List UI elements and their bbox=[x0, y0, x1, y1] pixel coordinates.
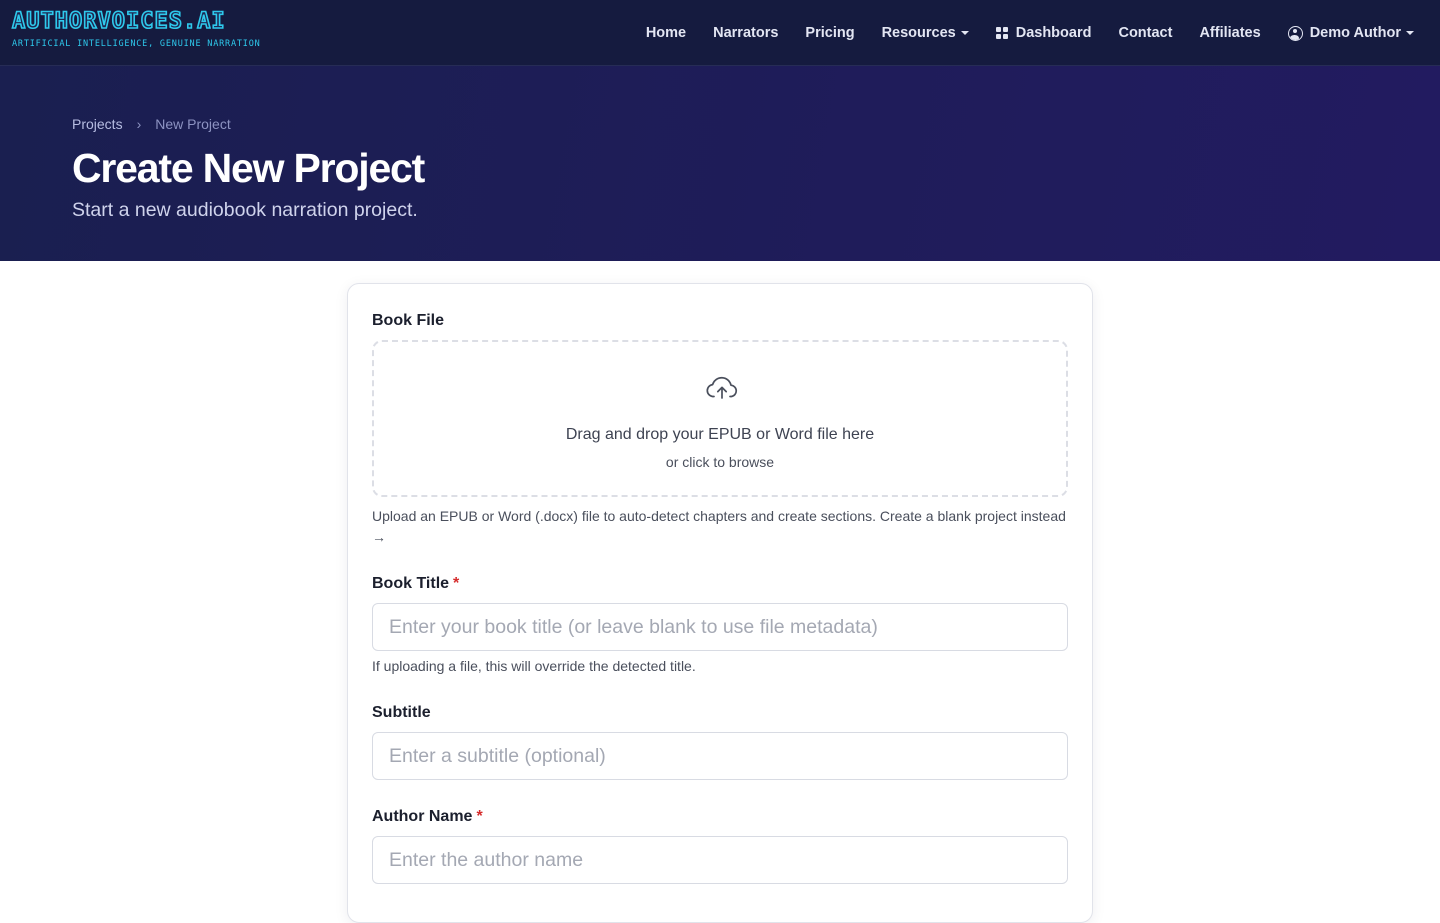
nav-dashboard[interactable]: Dashboard bbox=[995, 25, 1092, 41]
author-name-input[interactable] bbox=[372, 836, 1068, 884]
dropzone-main-text: Drag and drop your EPUB or Word file her… bbox=[565, 426, 875, 443]
breadcrumb-separator: › bbox=[136, 116, 142, 132]
breadcrumb-projects-link[interactable]: Projects bbox=[72, 116, 123, 132]
logo-tagline: ARTIFICIAL INTELLIGENCE, GENUINE NARRATI… bbox=[12, 39, 261, 49]
book-title-help: If uploading a file, this will override … bbox=[372, 658, 696, 674]
book-file-help-text: Upload an EPUB or Word (.docx) file to a… bbox=[372, 508, 876, 524]
nav-narrators[interactable]: Narrators bbox=[713, 25, 778, 41]
nav-dashboard-label: Dashboard bbox=[1015, 25, 1092, 41]
breadcrumb-current: New Project bbox=[155, 116, 231, 132]
page-subtitle: Start a new audiobook narration project. bbox=[72, 199, 418, 221]
logo-text: AUTHORVOICES.AI bbox=[11, 9, 226, 35]
page-title: Create New Project bbox=[72, 145, 425, 191]
book-title-label: Book Title * bbox=[372, 574, 459, 594]
user-menu-dropdown[interactable]: Demo Author bbox=[1287, 25, 1414, 41]
nav-resources-dropdown[interactable]: Resources bbox=[882, 25, 969, 41]
book-file-help: Upload an EPUB or Word (.docx) file to a… bbox=[372, 506, 1072, 548]
page-header: Projects › New Project Create New Projec… bbox=[0, 66, 1440, 261]
user-name: Demo Author bbox=[1309, 25, 1401, 41]
book-title-input[interactable] bbox=[372, 603, 1068, 651]
nav-pricing[interactable]: Pricing bbox=[805, 25, 854, 41]
grid-icon bbox=[995, 27, 1008, 39]
main-nav: Home Narrators Pricing Resources Dashboa… bbox=[619, 0, 1414, 66]
author-name-label: Author Name * bbox=[372, 807, 483, 827]
book-file-label: Book File bbox=[372, 312, 445, 329]
nav-resources-label: Resources bbox=[881, 25, 956, 41]
user-circle-icon bbox=[1287, 25, 1303, 41]
breadcrumb: Projects › New Project bbox=[72, 116, 231, 132]
required-mark: * bbox=[453, 575, 460, 592]
subtitle-input[interactable] bbox=[372, 732, 1068, 780]
book-title-label-text: Book Title bbox=[372, 575, 450, 592]
top-navbar: AUTHORVOICES.AI ARTIFICIAL INTELLIGENCE,… bbox=[0, 0, 1440, 66]
dropzone-browse-text: or click to browse bbox=[665, 454, 775, 470]
author-name-label-text: Author Name bbox=[372, 808, 473, 825]
caret-down-icon bbox=[1406, 31, 1414, 35]
nav-home[interactable]: Home bbox=[646, 25, 686, 41]
file-dropzone[interactable]: Drag and drop your EPUB or Word file her… bbox=[372, 340, 1068, 497]
subtitle-label: Subtitle bbox=[372, 704, 431, 721]
nav-contact[interactable]: Contact bbox=[1118, 25, 1172, 41]
new-project-form-card: Book File Drag and drop your EPUB or Wor… bbox=[347, 283, 1093, 923]
cloud-upload-icon bbox=[706, 376, 738, 399]
nav-affiliates[interactable]: Affiliates bbox=[1199, 25, 1260, 41]
required-mark: * bbox=[476, 808, 483, 825]
brand-logo[interactable]: AUTHORVOICES.AI ARTIFICIAL INTELLIGENCE,… bbox=[11, 9, 261, 49]
caret-down-icon bbox=[960, 31, 969, 35]
